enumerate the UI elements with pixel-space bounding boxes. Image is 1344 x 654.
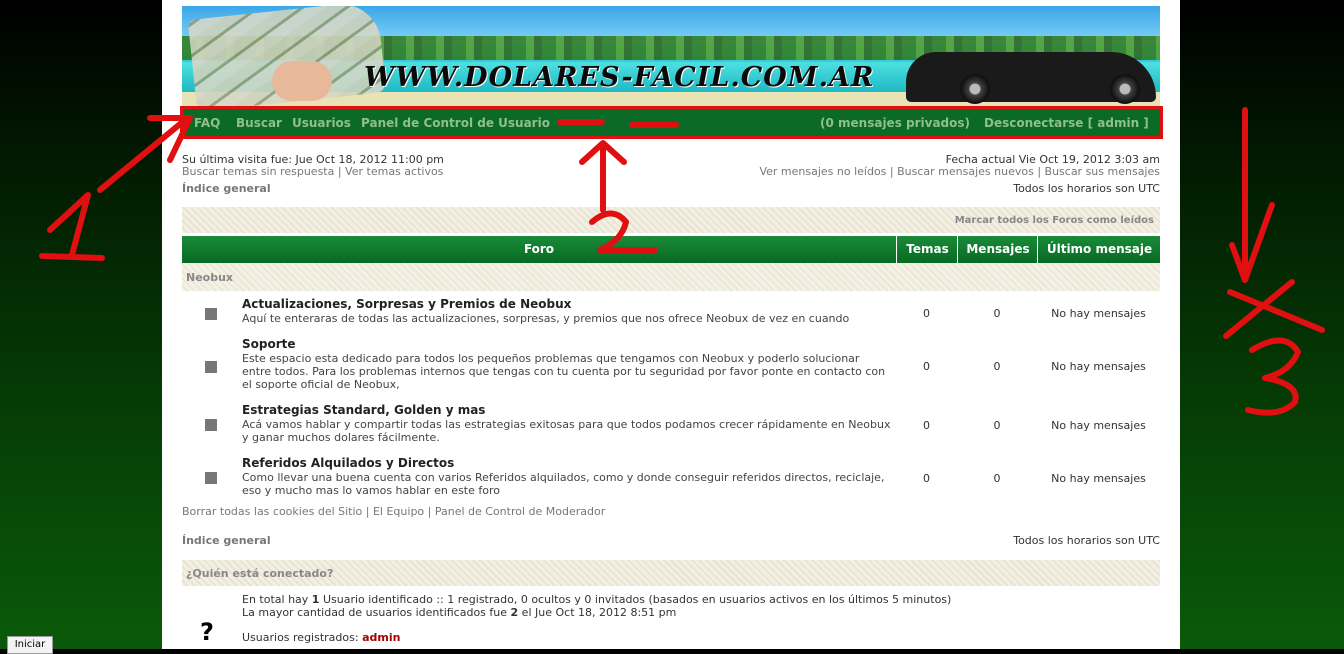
forum-posts-count: 0 xyxy=(993,472,1001,485)
online-total-text: En total hay 1 Usuario identificado :: 1… xyxy=(242,593,952,606)
forum-read-icon xyxy=(205,361,217,373)
online-record-text: La mayor cantidad de usuarios identifica… xyxy=(242,606,677,619)
header-forum: Foro xyxy=(523,242,555,256)
annotation-number-1-base-icon xyxy=(39,253,105,261)
registered-user-link[interactable]: admin xyxy=(362,631,400,644)
annotation-number-1-icon xyxy=(47,192,91,258)
forum-title[interactable]: Referidos Alquilados y Directos xyxy=(242,456,454,470)
who-is-online-bar: ¿Quién está conectado? xyxy=(182,560,1160,586)
annotation-x-icon xyxy=(1227,289,1325,333)
forum-read-icon xyxy=(205,472,217,484)
forum-topics-count: 0 xyxy=(923,472,930,485)
start-button[interactable]: Iniciar xyxy=(7,636,53,654)
car-wheel-icon xyxy=(1110,74,1140,104)
footer-timezone-text: Todos los horarios son UTC xyxy=(1013,534,1160,547)
nav-faq-link[interactable]: FAQ xyxy=(194,116,220,130)
mark-all-read-link[interactable]: Marcar todos los Foros como leídos xyxy=(955,215,1154,226)
nav-private-messages-link[interactable]: (0 mensajes privados) xyxy=(820,116,970,130)
annotation-x-icon xyxy=(1223,279,1295,339)
footer-breadcrumb-index[interactable]: Índice general xyxy=(182,534,271,547)
forum-topics-count: 0 xyxy=(923,360,930,373)
forum-description: Acá vamos hablar y compartir todas las e… xyxy=(242,418,891,444)
forum-posts-count: 0 xyxy=(993,307,1001,320)
forum-topics-count: 0 xyxy=(923,307,930,320)
forum-title[interactable]: Soporte xyxy=(242,337,296,351)
header-posts: Mensajes xyxy=(957,236,1038,263)
timezone-text: Todos los horarios son UTC xyxy=(1013,182,1160,195)
forum-page: WWW.DOLARES-FACIL.COM.AR FAQ Buscar Usua… xyxy=(162,0,1180,649)
who-is-online-title[interactable]: ¿Quién está conectado? xyxy=(186,567,333,580)
site-banner[interactable]: WWW.DOLARES-FACIL.COM.AR xyxy=(182,6,1160,106)
nav-ucp-link[interactable]: Panel de Control de Usuario xyxy=(361,116,550,130)
forum-posts-count: 0 xyxy=(993,419,1001,432)
annotation-number-3-icon xyxy=(1245,337,1301,416)
nav-bar: FAQ Buscar Usuarios Panel de Control de … xyxy=(182,108,1160,138)
forum-description: Como llevar una buena cuenta con varios … xyxy=(242,471,885,497)
forum-last-post: No hay mensajes xyxy=(1051,307,1146,320)
site-logo-text: WWW.DOLARES-FACIL.COM.AR xyxy=(364,62,875,93)
forum-read-icon xyxy=(205,419,217,431)
forum-table: Foro Temas Mensajes Último mensaje Neobu… xyxy=(182,236,1160,497)
forum-read-icon xyxy=(205,308,217,320)
category-title[interactable]: Neobux xyxy=(186,271,233,284)
search-links-right[interactable]: Ver mensajes no leídos | Buscar mensajes… xyxy=(759,165,1160,178)
search-links-left[interactable]: Buscar temas sin respuesta | Ver temas a… xyxy=(182,165,443,178)
footer-links[interactable]: Borrar todas las cookies del Sitio | El … xyxy=(182,505,605,518)
header-last-post: Último mensaje xyxy=(1037,236,1161,263)
forum-last-post: No hay mensajes xyxy=(1051,419,1146,432)
mark-read-bar: Marcar todos los Foros como leídos xyxy=(182,207,1160,233)
car-wheel-icon xyxy=(960,74,990,104)
registered-users-text: Usuarios registrados: admin xyxy=(242,631,401,644)
table-header: Foro Temas Mensajes Último mensaje xyxy=(182,236,1160,263)
forum-description: Aquí te enteraras de todas las actualiza… xyxy=(242,312,850,325)
forum-last-post: No hay mensajes xyxy=(1051,472,1146,485)
banner-hand-image xyxy=(272,61,332,101)
nav-search-link[interactable]: Buscar xyxy=(236,116,282,130)
forum-last-post: No hay mensajes xyxy=(1051,360,1146,373)
nav-logout-link[interactable]: Desconectarse [ admin ] xyxy=(984,116,1149,130)
annotation-arrowhead-3-icon xyxy=(1229,202,1275,283)
nav-users-link[interactable]: Usuarios xyxy=(292,116,351,130)
forum-title[interactable]: Actualizaciones, Sorpresas y Premios de … xyxy=(242,297,571,311)
breadcrumb-index[interactable]: Índice general xyxy=(182,182,271,195)
question-mark-icon: ? xyxy=(200,618,214,646)
forum-title[interactable]: Estrategias Standard, Golden y mas xyxy=(242,403,485,417)
category-row: Neobux xyxy=(182,263,1160,291)
forum-topics-count: 0 xyxy=(923,419,930,432)
header-topics: Temas xyxy=(896,236,958,263)
forum-posts-count: 0 xyxy=(993,360,1001,373)
forum-description: Este espacio esta dedicado para todos lo… xyxy=(242,352,886,391)
